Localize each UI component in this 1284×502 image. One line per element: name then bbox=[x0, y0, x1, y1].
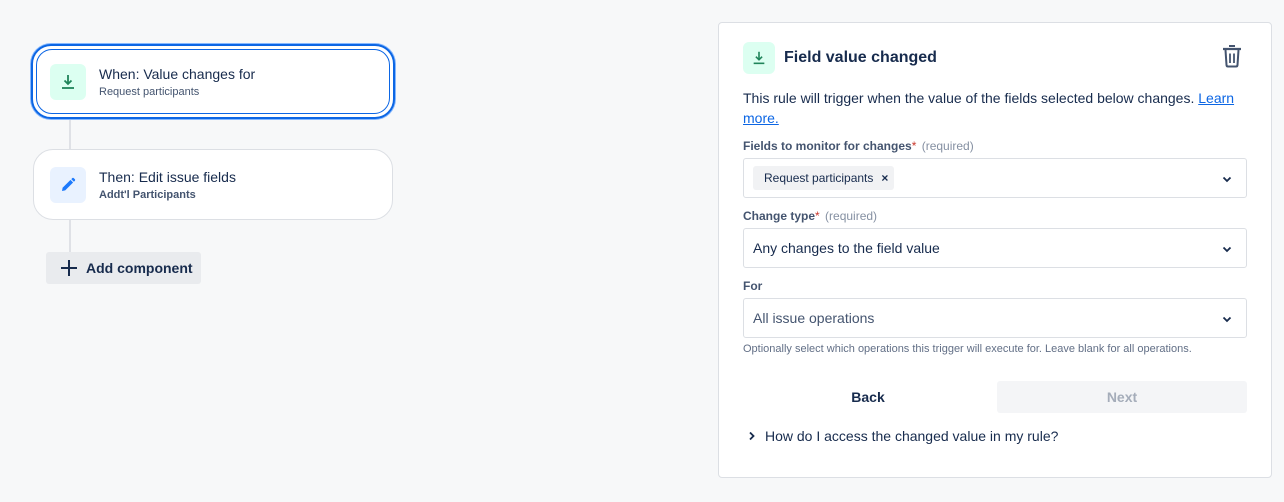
field-value-changed-icon bbox=[50, 63, 86, 100]
required-star: * bbox=[911, 139, 917, 153]
fields-label-text: Fields to monitor for changes bbox=[743, 139, 912, 153]
flow-connector bbox=[69, 119, 71, 149]
faq-expander[interactable]: How do I access the changed value in my … bbox=[747, 428, 1058, 444]
action-card-subtitle: Addt'l Participants bbox=[99, 189, 196, 201]
add-component-button[interactable]: Add component bbox=[46, 252, 201, 284]
faq-label: How do I access the changed value in my … bbox=[765, 428, 1059, 444]
for-helper-text: Optionally select which operations this … bbox=[743, 343, 1192, 355]
tag-label: Request participants bbox=[764, 171, 874, 185]
back-button[interactable]: Back bbox=[743, 381, 993, 413]
chevron-down-icon bbox=[1222, 246, 1232, 253]
fields-to-monitor-select[interactable]: Request participants × bbox=[743, 158, 1247, 198]
change-type-select[interactable]: Any changes to the field value bbox=[743, 228, 1247, 268]
for-label: For bbox=[743, 279, 762, 293]
trigger-card-title: When: Value changes for bbox=[99, 66, 256, 82]
trash-icon[interactable] bbox=[1221, 44, 1243, 68]
trigger-card-subtitle: Request participants bbox=[99, 86, 200, 98]
field-value-changed-icon bbox=[743, 42, 775, 74]
next-button[interactable]: Next bbox=[997, 381, 1247, 413]
description-text: This rule will trigger when the value of… bbox=[743, 90, 1195, 106]
action-card[interactable]: Then: Edit issue fields Addt'l Participa… bbox=[33, 149, 393, 220]
required-star: * bbox=[815, 209, 820, 223]
required-hint: (required) bbox=[825, 209, 878, 223]
flow-connector bbox=[69, 220, 71, 252]
tag-remove-icon[interactable]: × bbox=[881, 171, 888, 185]
for-placeholder: All issue operations bbox=[753, 310, 875, 326]
chevron-down-icon bbox=[1222, 316, 1232, 323]
pencil-icon bbox=[50, 166, 86, 203]
for-label-text: For bbox=[743, 279, 763, 293]
action-card-title: Then: Edit issue fields bbox=[99, 169, 236, 185]
trigger-card[interactable]: When: Value changes for Request particip… bbox=[31, 44, 395, 119]
required-hint: (required) bbox=[921, 139, 974, 153]
fields-to-monitor-label: Fields to monitor for changes* (required… bbox=[743, 139, 974, 153]
selected-field-tag: Request participants × bbox=[753, 166, 895, 190]
chevron-down-icon bbox=[1222, 176, 1232, 183]
change-type-label-text: Change type bbox=[743, 209, 816, 223]
panel-header: Field value changed bbox=[743, 42, 937, 74]
change-type-label: Change type* (required) bbox=[743, 209, 877, 223]
trigger-config-panel: Field value changed This rule will trigg… bbox=[718, 22, 1272, 478]
for-select[interactable]: All issue operations bbox=[743, 298, 1247, 338]
panel-title: Field value changed bbox=[784, 49, 937, 66]
panel-description: This rule will trigger when the value of… bbox=[743, 88, 1243, 128]
add-component-label: Add component bbox=[86, 260, 193, 276]
plus-icon bbox=[61, 260, 77, 276]
chevron-right-icon bbox=[749, 431, 755, 441]
change-type-value: Any changes to the field value bbox=[753, 240, 940, 256]
